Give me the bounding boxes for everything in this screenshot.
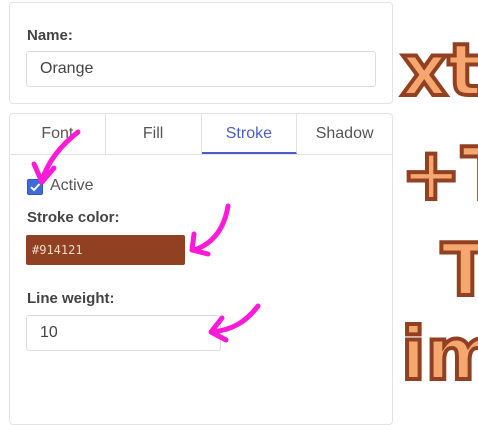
stroke-color-swatch[interactable]: #914121 [26, 235, 185, 265]
tab-shadow[interactable]: Shadow [297, 114, 392, 154]
name-input[interactable] [26, 51, 376, 87]
tab-stroke[interactable]: Stroke [201, 114, 298, 154]
tab-fill[interactable]: Fill [106, 114, 202, 154]
name-panel: Name: [9, 2, 393, 104]
line-weight-input[interactable] [26, 315, 221, 351]
preview-text-line-4: im [399, 310, 478, 398]
line-weight-label: Line weight: [27, 290, 115, 307]
annotation-arrow-checkbox [31, 129, 81, 185]
preview-text-line-3: T [439, 226, 478, 314]
name-label: Name: [27, 27, 73, 44]
annotation-arrow-stroke-color [189, 203, 231, 257]
annotation-arrow-line-weight [208, 303, 261, 343]
stroke-color-label: Stroke color: [27, 209, 120, 226]
preview-text-line-1: xt [399, 26, 478, 114]
preview-text-line-2: +T [399, 130, 478, 218]
preview-canvas: xt +T T im [395, 0, 478, 415]
